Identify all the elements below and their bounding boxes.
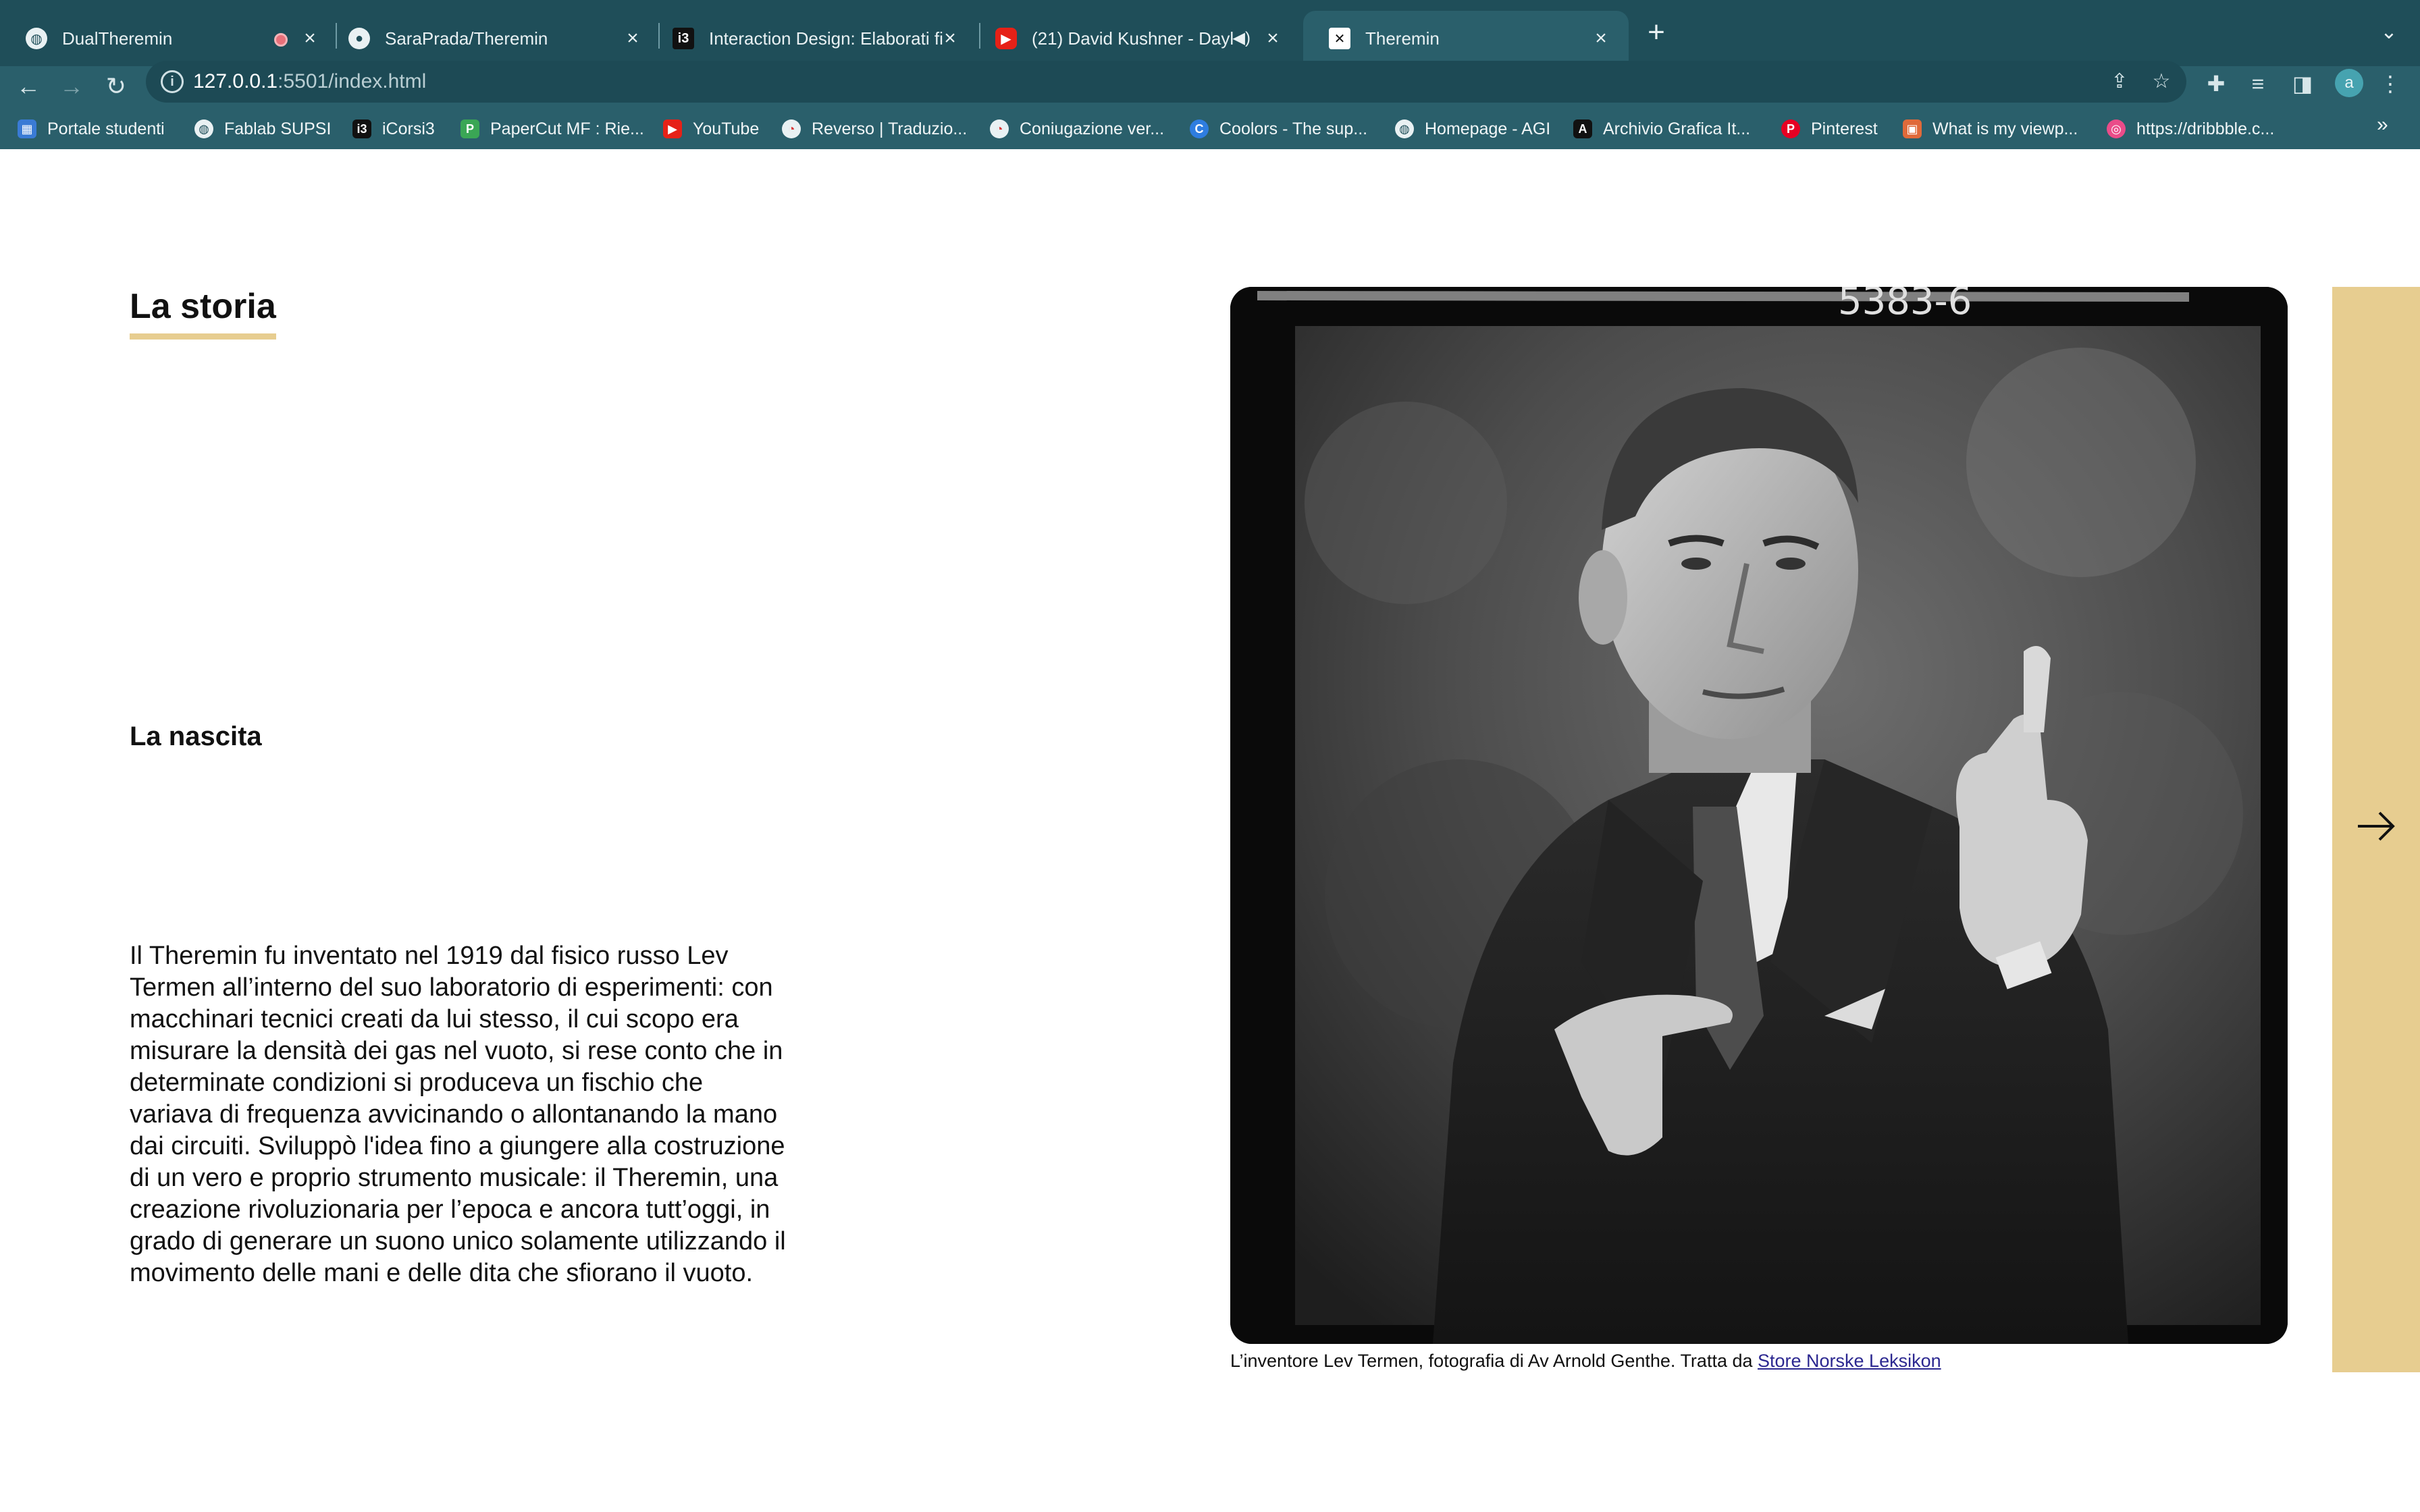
bookmark-dribbble[interactable]: ◎ https://dribbble.c... (2107, 116, 2274, 142)
tab-title: Theremin (1365, 28, 1440, 49)
bookmark-label: iCorsi3 (382, 119, 435, 138)
globe-icon: ◍ (1395, 119, 1414, 138)
reload-button[interactable]: ↻ (97, 68, 135, 105)
viewport-icon: ▣ (1903, 119, 1922, 138)
bookmark-label: Homepage - AGI (1425, 119, 1551, 138)
tab-youtube[interactable]: ▶ (21) David Kushner - Daylig ◀) × (970, 11, 1300, 66)
bookmark-archivio[interactable]: A Archivio Grafica It... (1573, 116, 1750, 142)
bookmark-label: PaperCut MF : Rie... (490, 119, 644, 138)
share-icon[interactable]: ⇪ (2108, 70, 2131, 93)
bookmark-coniugazione[interactable]: ◔ Coniugazione ver... (990, 116, 1164, 142)
coolors-icon: C (1190, 119, 1209, 138)
browser-chrome: ◍ DualTheremin × ● SaraPrada/Theremin × … (0, 0, 2420, 149)
bookmark-label: Pinterest (1811, 119, 1878, 138)
url-path: :5501/index.html (278, 70, 427, 92)
bookmark-label: Portale studenti (47, 119, 165, 138)
extensions-icon[interactable]: ✚ (2200, 68, 2232, 100)
tab-github[interactable]: ● SaraPrada/Theremin × (323, 11, 660, 66)
icorsi-icon: i3 (352, 119, 371, 138)
page-content: La storia La nascita Il Theremin fu inve… (0, 149, 2420, 1512)
tab-icorsi[interactable]: i3 Interaction Design: Elaborati fi × (647, 11, 978, 66)
tab-title: (21) David Kushner - Daylig (1032, 28, 1234, 49)
icorsi-icon: i3 (673, 28, 694, 49)
lev-termen-photo: 5383-6 (1230, 287, 2288, 1344)
history-paragraph: Il Theremin fu inventato nel 1919 dal fi… (130, 942, 786, 1287)
bookmark-youtube[interactable]: ▶ YouTube (663, 116, 759, 142)
bookmark-viewport[interactable]: ▣ What is my viewp... (1903, 116, 2078, 142)
close-tab-icon[interactable]: × (940, 28, 960, 49)
reverso-icon: ◔ (782, 119, 801, 138)
tab-dualtheremin[interactable]: ◍ DualTheremin × (0, 11, 338, 66)
bookmark-label: Coniugazione ver... (1020, 119, 1165, 138)
bookmark-reverso[interactable]: ◔ Reverso | Traduzio... (782, 116, 967, 142)
new-tab-button[interactable]: + (1639, 16, 1673, 50)
url-host: 127.0.0.1 (193, 70, 278, 92)
caption-text: L’inventore Lev Termen, fotografia di Av… (1230, 1351, 1758, 1371)
bookmarks-bar: ▦ Portale studenti ◍ Fablab SUPSI i3 iCo… (0, 108, 2420, 149)
profile-avatar[interactable]: a (2335, 69, 2363, 97)
section-title: La storia (130, 286, 276, 340)
tab-title: Interaction Design: Elaborati fi (709, 28, 943, 49)
bookmark-fablab[interactable]: ◍ Fablab SUPSI (194, 116, 331, 142)
bookmark-agi[interactable]: ◍ Homepage - AGI (1395, 116, 1550, 142)
bookmark-label: Coolors - The sup... (1219, 119, 1368, 138)
bookmark-label: Archivio Grafica It... (1603, 119, 1751, 138)
tab-search-chevron-icon[interactable]: ⌄ (2375, 20, 2402, 47)
tab-theremin[interactable]: ✕ Theremin × (1303, 11, 1629, 66)
bookmark-portale-studenti[interactable]: ▦ Portale studenti (18, 116, 165, 142)
globe-icon: ◍ (26, 28, 47, 49)
pinterest-icon: P (1781, 119, 1800, 138)
site-info-icon[interactable]: i (161, 70, 184, 93)
bookmark-label: What is my viewp... (1932, 119, 2078, 138)
bookmark-label: YouTube (693, 119, 760, 138)
side-panel-icon[interactable]: ◨ (2286, 68, 2319, 100)
bookmark-label: https://dribbble.c... (2136, 119, 2275, 138)
portal-icon: ▦ (18, 119, 36, 138)
github-icon: ● (348, 28, 370, 49)
svg-text:5383-6: 5383-6 (1838, 287, 1972, 323)
close-tab-icon[interactable]: × (300, 28, 320, 49)
reading-list-icon[interactable]: ≡ (2242, 68, 2274, 100)
back-button[interactable]: ← (9, 68, 47, 105)
more-menu-icon[interactable]: ⋮ (2374, 68, 2406, 100)
archivio-icon: A (1573, 119, 1592, 138)
papercut-icon: P (461, 119, 479, 138)
close-tab-icon[interactable]: × (1263, 28, 1283, 49)
caption-source-link[interactable]: Store Norske Leksikon (1758, 1351, 1941, 1371)
dribbble-icon: ◎ (2107, 119, 2126, 138)
arrow-right-icon[interactable] (2352, 803, 2400, 850)
x-icon: ✕ (1329, 28, 1350, 49)
bookmarks-overflow-button[interactable]: » (2377, 113, 2388, 136)
tab-title: DualTheremin (62, 28, 173, 49)
speaker-icon[interactable]: ◀) (1233, 28, 1251, 48)
subsection-title: La nascita (130, 722, 262, 751)
youtube-icon: ▶ (663, 119, 682, 138)
bookmark-coolors[interactable]: C Coolors - The sup... (1190, 116, 1367, 142)
tab-title: SaraPrada/Theremin (385, 28, 548, 49)
forward-button[interactable]: → (53, 68, 90, 105)
address-bar[interactable]: i 127.0.0.1:5501/index.html ⇪ ☆ (146, 61, 2186, 103)
recording-icon (274, 33, 288, 47)
reverso-icon: ◔ (990, 119, 1009, 138)
bookmark-label: Reverso | Traduzio... (812, 119, 968, 138)
bookmark-pinterest[interactable]: P Pinterest (1781, 116, 1878, 142)
bookmark-papercut[interactable]: P PaperCut MF : Rie... (461, 116, 644, 142)
close-tab-icon[interactable]: × (623, 28, 643, 49)
bookmark-icorsi[interactable]: i3 iCorsi3 (352, 116, 435, 142)
photo-caption: L’inventore Lev Termen, fotografia di Av… (1230, 1351, 1941, 1372)
url-text: 127.0.0.1:5501/index.html (193, 70, 426, 93)
bookmark-label: Fablab SUPSI (224, 119, 332, 138)
close-tab-icon[interactable]: × (1591, 28, 1611, 49)
youtube-icon: ▶ (995, 28, 1017, 49)
bookmark-star-icon[interactable]: ☆ (2150, 70, 2173, 93)
globe-icon: ◍ (194, 119, 213, 138)
